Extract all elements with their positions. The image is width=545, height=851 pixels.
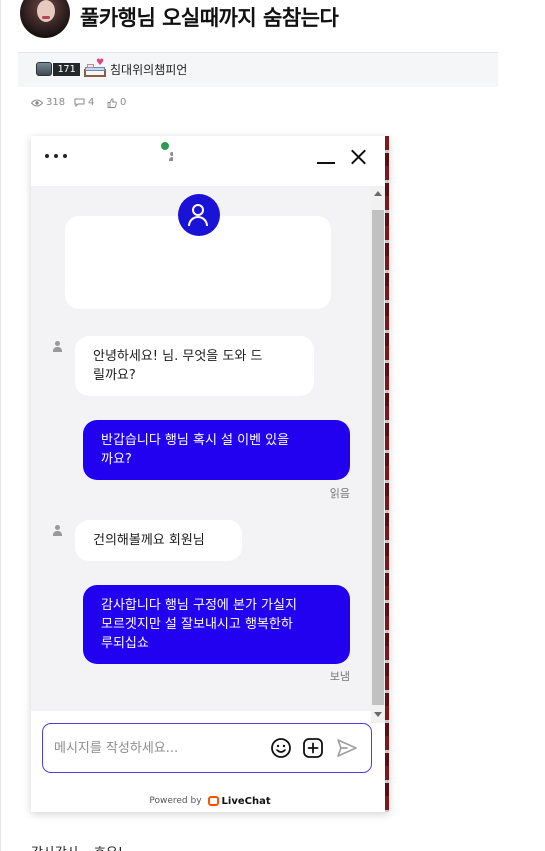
emoji-icon[interactable] <box>270 737 292 759</box>
thumbs-up-icon <box>107 97 117 108</box>
avatar-lips <box>42 16 50 19</box>
agent-message: 안녕하세요! 님. 무엇을 도와 드 릴까요? <box>75 336 314 396</box>
chat-topbar <box>31 136 389 186</box>
views-count: 318 <box>46 97 66 108</box>
more-options-icon[interactable] <box>45 154 69 162</box>
comments-stat: 4 <box>74 97 94 108</box>
author-avatar[interactable] <box>20 0 70 38</box>
post-title: 풀카행님 오실때까지 숨참는다 <box>80 6 339 30</box>
author-bar: 171 ♥ 침대위의챔피언 <box>18 53 498 87</box>
background-image-strip <box>385 136 389 812</box>
message-composer <box>42 723 372 773</box>
bed-icon: ♥ <box>84 59 106 77</box>
livechat-logo-icon <box>207 796 219 806</box>
topbar-overlay <box>173 136 281 186</box>
agent-message-avatar-icon <box>52 341 64 353</box>
page-left-rule <box>0 0 1 851</box>
agent-message: 건의해볼께요 회원님 <box>75 520 242 561</box>
post-body-text: 감사감사~ 호우! <box>31 842 123 851</box>
visitor-message: 반갑습니다 행님 혹시 설 이벤 있을 까요? <box>83 420 350 480</box>
chat-messages: 안녕하세요! 님. 무엇을 도와 드 릴까요? 반갑습니다 행님 혹시 설 이벤… <box>31 186 371 711</box>
comments-count: 4 <box>88 97 95 108</box>
message-input[interactable] <box>54 739 264 757</box>
livechat-window: 안녕하세요! 님. 무엇을 도와 드 릴까요? 반갑습니다 행님 혹시 설 이벤… <box>31 136 389 812</box>
close-button[interactable] <box>348 147 368 167</box>
eye-icon <box>31 99 43 106</box>
comment-icon <box>74 98 85 107</box>
message-status-read: 읽음 <box>329 487 350 500</box>
powered-by-livechat[interactable]: Powered by LiveChat <box>31 794 389 808</box>
likes-count: 0 <box>120 97 127 108</box>
post-header: 풀카행님 오실때까지 숨참는다 <box>18 0 498 40</box>
agent-message-avatar-icon <box>52 525 64 537</box>
online-status-dot <box>161 142 169 150</box>
level-badge-icon <box>36 62 52 76</box>
author-nickname[interactable]: 침대위의챔피언 <box>110 61 187 78</box>
author-level: 171 <box>53 63 80 76</box>
views-stat: 318 <box>31 97 65 108</box>
livechat-brand: LiveChat <box>221 795 271 807</box>
powered-by-label: Powered by <box>149 796 202 806</box>
scroll-thumb[interactable] <box>372 210 384 705</box>
chat-scrollbar[interactable] <box>371 186 385 723</box>
message-status-sent: 보냄 <box>329 670 350 683</box>
visitor-message: 감사합니다 행님 구정에 본가 가실지 모르겟지만 설 잘보내시고 행복한하 루… <box>83 585 350 664</box>
minimize-button[interactable] <box>316 148 336 168</box>
agent-avatar-icon <box>178 194 220 236</box>
composer-area: Powered by LiveChat <box>31 711 372 812</box>
add-attachment-icon[interactable] <box>302 737 324 759</box>
scroll-up-arrow-icon[interactable] <box>374 191 382 196</box>
likes-stat[interactable]: 0 <box>107 97 126 108</box>
send-icon[interactable] <box>335 737 359 759</box>
scroll-down-arrow-icon[interactable] <box>374 712 382 717</box>
